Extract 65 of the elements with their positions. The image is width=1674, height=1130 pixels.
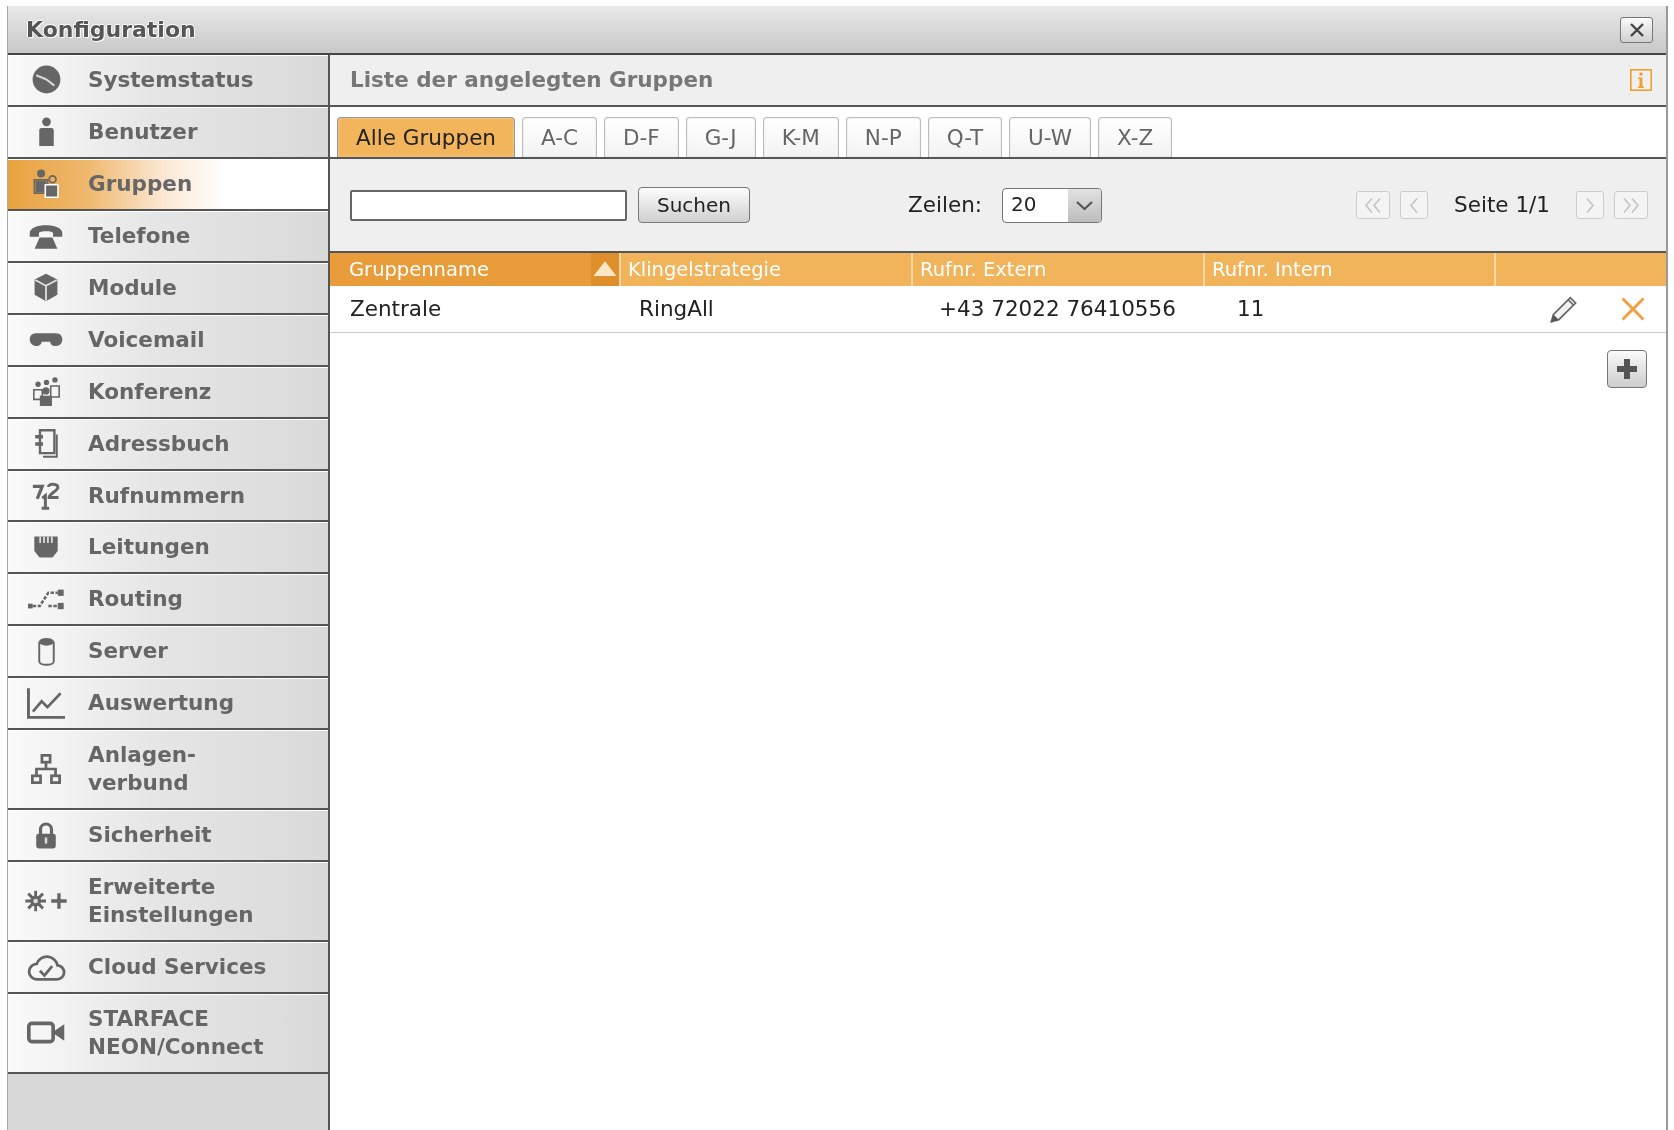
- network-icon: [31, 754, 61, 785]
- panel-title: Liste der angelegten Gruppen: [350, 65, 714, 94]
- line-chart-icon: [27, 687, 65, 719]
- cube-icon: [34, 273, 58, 303]
- table-cell-text: 11: [1236, 294, 1266, 323]
- table-cell-text: Zentrale: [349, 294, 443, 323]
- cloud-check-icon: [26, 952, 66, 981]
- sidebar-item[interactable]: Rufnummern: [8, 470, 328, 523]
- tab[interactable]: D-F: [604, 117, 679, 157]
- plug-icon: [33, 535, 59, 560]
- sidebar-item[interactable]: Cloud Services: [8, 941, 328, 994]
- people-icon: [31, 377, 61, 407]
- sidebar-item[interactable]: Server: [8, 626, 328, 679]
- address-book-icon: [34, 429, 58, 459]
- sidebar-item[interactable]: Gruppen: [8, 158, 328, 211]
- sidebar-item[interactable]: Routing: [8, 574, 328, 627]
- tab[interactable]: G-J: [685, 117, 756, 157]
- group-icon: [32, 169, 60, 199]
- sidebar-item[interactable]: Leitungen: [8, 522, 328, 575]
- person-icon: [37, 117, 55, 147]
- table-cell-text: +43 72022 76410556: [938, 294, 1177, 323]
- sidebar-item[interactable]: Auswertung: [8, 678, 328, 731]
- rows-select[interactable]: 20: [1002, 187, 1103, 223]
- lock-icon: [35, 821, 57, 850]
- cylinder-icon: [36, 636, 56, 666]
- sidebar-item[interactable]: Sicherheit: [8, 810, 328, 862]
- rows-label: Zeilen:: [908, 190, 983, 219]
- table-cell-text: RingAll: [638, 294, 715, 323]
- sidebar-item[interactable]: STARFACE NEON/Connect: [8, 993, 328, 1074]
- search-button[interactable]: Suchen: [638, 187, 751, 223]
- close-icon[interactable]: [1621, 297, 1645, 321]
- clock-icon: [31, 65, 61, 95]
- close-icon: [1628, 21, 1645, 38]
- video-camera-icon: [27, 1021, 65, 1045]
- telephone-icon: [29, 222, 63, 249]
- tab[interactable]: Q-T: [927, 117, 1003, 157]
- add-button[interactable]: [1607, 350, 1647, 388]
- numbers-icon: [31, 480, 61, 511]
- sidebar-item[interactable]: Voicemail: [8, 314, 328, 367]
- sidebar-item[interactable]: Benutzer: [8, 106, 328, 159]
- double-chevron-right-icon: [1621, 196, 1641, 214]
- sidebar-item[interactable]: Module: [8, 262, 328, 315]
- sidebar-item[interactable]: Adressbuch: [8, 418, 328, 471]
- sidebar-item[interactable]: Systemstatus: [8, 55, 328, 107]
- tab[interactable]: X-Z: [1098, 117, 1173, 157]
- switch-icon: [28, 587, 64, 612]
- page-indicator: Seite 1/1: [1454, 190, 1550, 219]
- sidebar-item[interactable]: Anlagen- verbund: [8, 730, 328, 811]
- pencil-icon[interactable]: [1550, 295, 1578, 323]
- sidebar-item[interactable]: Erweiterte Einstellungen: [8, 862, 328, 942]
- tab[interactable]: A-C: [522, 117, 597, 157]
- caret-icon: [1068, 188, 1102, 222]
- cassette-icon: [29, 332, 63, 348]
- window-title: Konfiguration: [26, 16, 196, 44]
- close-button[interactable]: [1620, 16, 1653, 43]
- sidebar-item[interactable]: Telefone: [8, 210, 328, 263]
- tab[interactable]: N-P: [845, 117, 921, 157]
- info-icon[interactable]: [1630, 69, 1652, 91]
- tab[interactable]: U-W: [1009, 117, 1091, 157]
- tab[interactable]: K-M: [762, 117, 839, 157]
- plus-icon: [1617, 359, 1637, 379]
- sidebar-item[interactable]: Konferenz: [8, 366, 328, 419]
- search-field[interactable]: [350, 189, 627, 221]
- gear-plus-icon: [24, 888, 68, 913]
- tab[interactable]: Alle Gruppen: [337, 117, 515, 157]
